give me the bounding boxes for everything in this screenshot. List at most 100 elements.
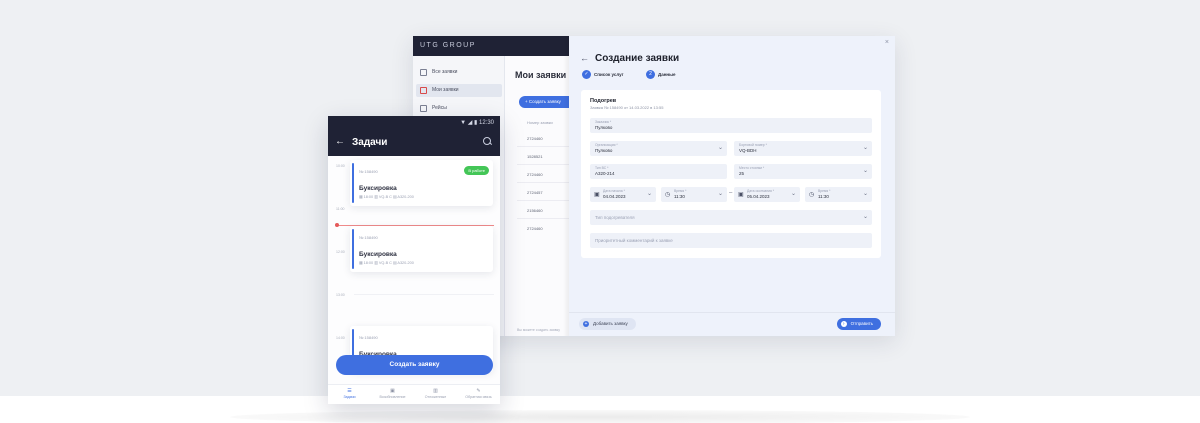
field-value: 11:30 (818, 194, 829, 199)
chevron-down-icon: ⌄ (862, 191, 868, 197)
task-meta: ▦ 18:00 ▥ VQ-B C ▤ A320-200 (359, 195, 414, 199)
nav-item-tasks[interactable]: ☰ Задачи (328, 388, 371, 399)
task-accent-bar (352, 229, 354, 269)
chevron-down-icon: ⌄ (717, 191, 723, 197)
time-label: 11:00 (336, 207, 345, 211)
brand-logo: UTG GROUP (420, 42, 476, 49)
field-value: 04.04.2023 (603, 194, 626, 199)
field-value: Пулково (595, 125, 613, 130)
form-card: Подогрев Заявка № 158490 от 14.03.2022 в… (581, 90, 881, 258)
page-title: Мои заявки (515, 70, 567, 80)
back-arrow-icon[interactable]: ← (580, 53, 589, 63)
aircraft-type-field[interactable]: Тип ВС * A320-214 (590, 164, 727, 179)
panel-title: Создание заявки (595, 53, 680, 64)
send-button[interactable]: › Отправить (836, 318, 881, 330)
bottom-navigation: ☰ Задачи ▣ Возобновление ▥ Отложенные ✎ … (328, 384, 500, 404)
step-done-icon: ✓ (582, 70, 591, 79)
row-divider (517, 182, 569, 183)
table-row[interactable]: 2724460 (527, 172, 543, 177)
sidebar-item-label: Все заявки (432, 69, 458, 75)
time-from-field[interactable]: ◷ Время * 11:30 ⌄ (661, 187, 727, 202)
status-bar: ▼ ◢ ▮ 12:30 (328, 116, 500, 130)
table-row[interactable]: 2724460 (527, 136, 543, 141)
current-time-dot (335, 223, 339, 227)
step-label-data[interactable]: Данные (658, 72, 676, 77)
table-row[interactable]: 1528521 (527, 154, 543, 159)
status-badge: В работе (464, 166, 489, 175)
close-icon[interactable]: × (885, 39, 889, 46)
task-name: Буксировка (359, 185, 397, 192)
sidebar-item-all-requests[interactable]: Все заявки (416, 66, 502, 79)
row-divider (517, 146, 569, 147)
task-card[interactable]: № 158490 Буксировка ▦ 18:00 ▥ VQ-B C ▤ A… (350, 226, 493, 272)
row-divider (517, 164, 569, 165)
organization-select[interactable]: Организация * Пулково ⌄ (590, 141, 727, 156)
task-card[interactable]: № 158490 В работе Буксировка ▦ 18:00 ▥ V… (350, 160, 493, 206)
schedule-timeline[interactable]: 10:00 11:00 12:00 13:00 14:00 № 158490 В… (328, 156, 500, 388)
field-label: Дата начала * (603, 189, 625, 193)
requests-icon (420, 87, 427, 94)
nav-item-feedback[interactable]: ✎ Обратная связь (457, 388, 500, 399)
field-label: Время * (818, 189, 831, 193)
nav-label: Возобновление (379, 395, 406, 399)
stand-select[interactable]: Место стоянки * 25 ⌄ (734, 164, 872, 179)
create-request-button[interactable]: Создать заявку (336, 355, 493, 375)
time-label: 13:00 (336, 293, 345, 297)
step-label-services[interactable]: Список услуг (594, 72, 624, 77)
desktop-topbar: UTG GROUP (413, 36, 569, 56)
app-bar: ← Задачи (328, 130, 500, 156)
back-arrow-icon[interactable]: ← (335, 136, 345, 147)
nav-item-resume[interactable]: ▣ Возобновление (371, 388, 414, 399)
clock-icon: ◷ (665, 192, 671, 198)
chevron-down-icon: ⌄ (862, 145, 868, 151)
field-value: A320-214 (595, 171, 615, 176)
desktop-main: Мои заявки + Создать заявку Номер заявки… (505, 56, 579, 336)
field-value: 25 (739, 171, 745, 176)
tasks-icon: ☰ (347, 388, 352, 394)
table-row[interactable]: 2724460 (527, 226, 543, 231)
nav-label: Задачи (343, 395, 356, 399)
time-to-field[interactable]: ◷ Время * 11:30 ⌄ (805, 187, 872, 202)
field-label: Тип ВС * (595, 166, 609, 170)
heater-type-select[interactable]: Тип подогревателя ⌄ (590, 210, 872, 225)
nav-label: Обратная связь (465, 395, 492, 399)
section-title: Подогрев (590, 98, 617, 104)
button-label: Добавить заявку (593, 321, 628, 326)
sidebar-item-my-requests[interactable]: Мои заявки (416, 84, 502, 97)
field-value: 11:30 (674, 194, 685, 199)
field-label: Дата окончания * (747, 189, 775, 193)
phone-screen: ▼ ◢ ▮ 12:30 ← Задачи 10:00 11:00 12:00 1… (328, 116, 500, 404)
table-row[interactable]: 2724457 (527, 190, 543, 195)
field-value: VQ-BDH (739, 148, 757, 153)
board-number-select[interactable]: Бортовой номер * VQ-BDH ⌄ (734, 141, 872, 156)
date-from-field[interactable]: ▣ Дата начала * 04.04.2023 ⌄ (590, 187, 656, 202)
sidebar-item-label: Рейсы (432, 105, 447, 111)
floor-shadow (230, 410, 970, 423)
chevron-down-icon: ⌄ (790, 191, 796, 197)
add-request-button[interactable]: + Добавить заявку (579, 318, 636, 330)
sidebar-item-label: Мои заявки (432, 87, 459, 93)
create-request-panel: × ← Создание заявки ✓ Список услуг 2 Дан… (569, 36, 895, 336)
send-icon: › (840, 321, 847, 327)
field-label: Заказчик * (595, 120, 612, 124)
customer-field[interactable]: Заказчик * Пулково (590, 118, 872, 133)
field-label: Бортовой номер * (739, 143, 767, 147)
task-accent-bar (352, 163, 354, 203)
field-placeholder: Тип подогревателя (595, 215, 635, 220)
sidebar-item-flights[interactable]: Рейсы (416, 102, 502, 115)
table-row[interactable]: 2156460 (527, 208, 543, 213)
date-to-field[interactable]: ▣ Дата окончания * 05.04.2023 ⌄ (734, 187, 800, 202)
chevron-down-icon: ⌄ (717, 145, 723, 151)
chevron-down-icon: ⌄ (862, 168, 868, 174)
pencil-icon: ✎ (476, 388, 481, 394)
step-number-icon: 2 (646, 70, 655, 79)
task-meta: ▦ 18:00 ▥ VQ-B C ▤ A320-200 (359, 261, 414, 265)
search-icon[interactable] (483, 137, 492, 146)
nav-item-postponed[interactable]: ▥ Отложенные (414, 388, 457, 399)
task-number: № 158490 (359, 169, 378, 174)
comment-field[interactable]: Приоритетный комментарий к заявке (590, 233, 872, 248)
section-subtitle: Заявка № 158490 от 14.03.2022 в 13:55 (590, 105, 664, 110)
footer-note: Вы можете создать заявку (517, 328, 560, 332)
table-column-header: Номер заявки (527, 120, 553, 125)
field-label: Место стоянки * (739, 166, 765, 170)
